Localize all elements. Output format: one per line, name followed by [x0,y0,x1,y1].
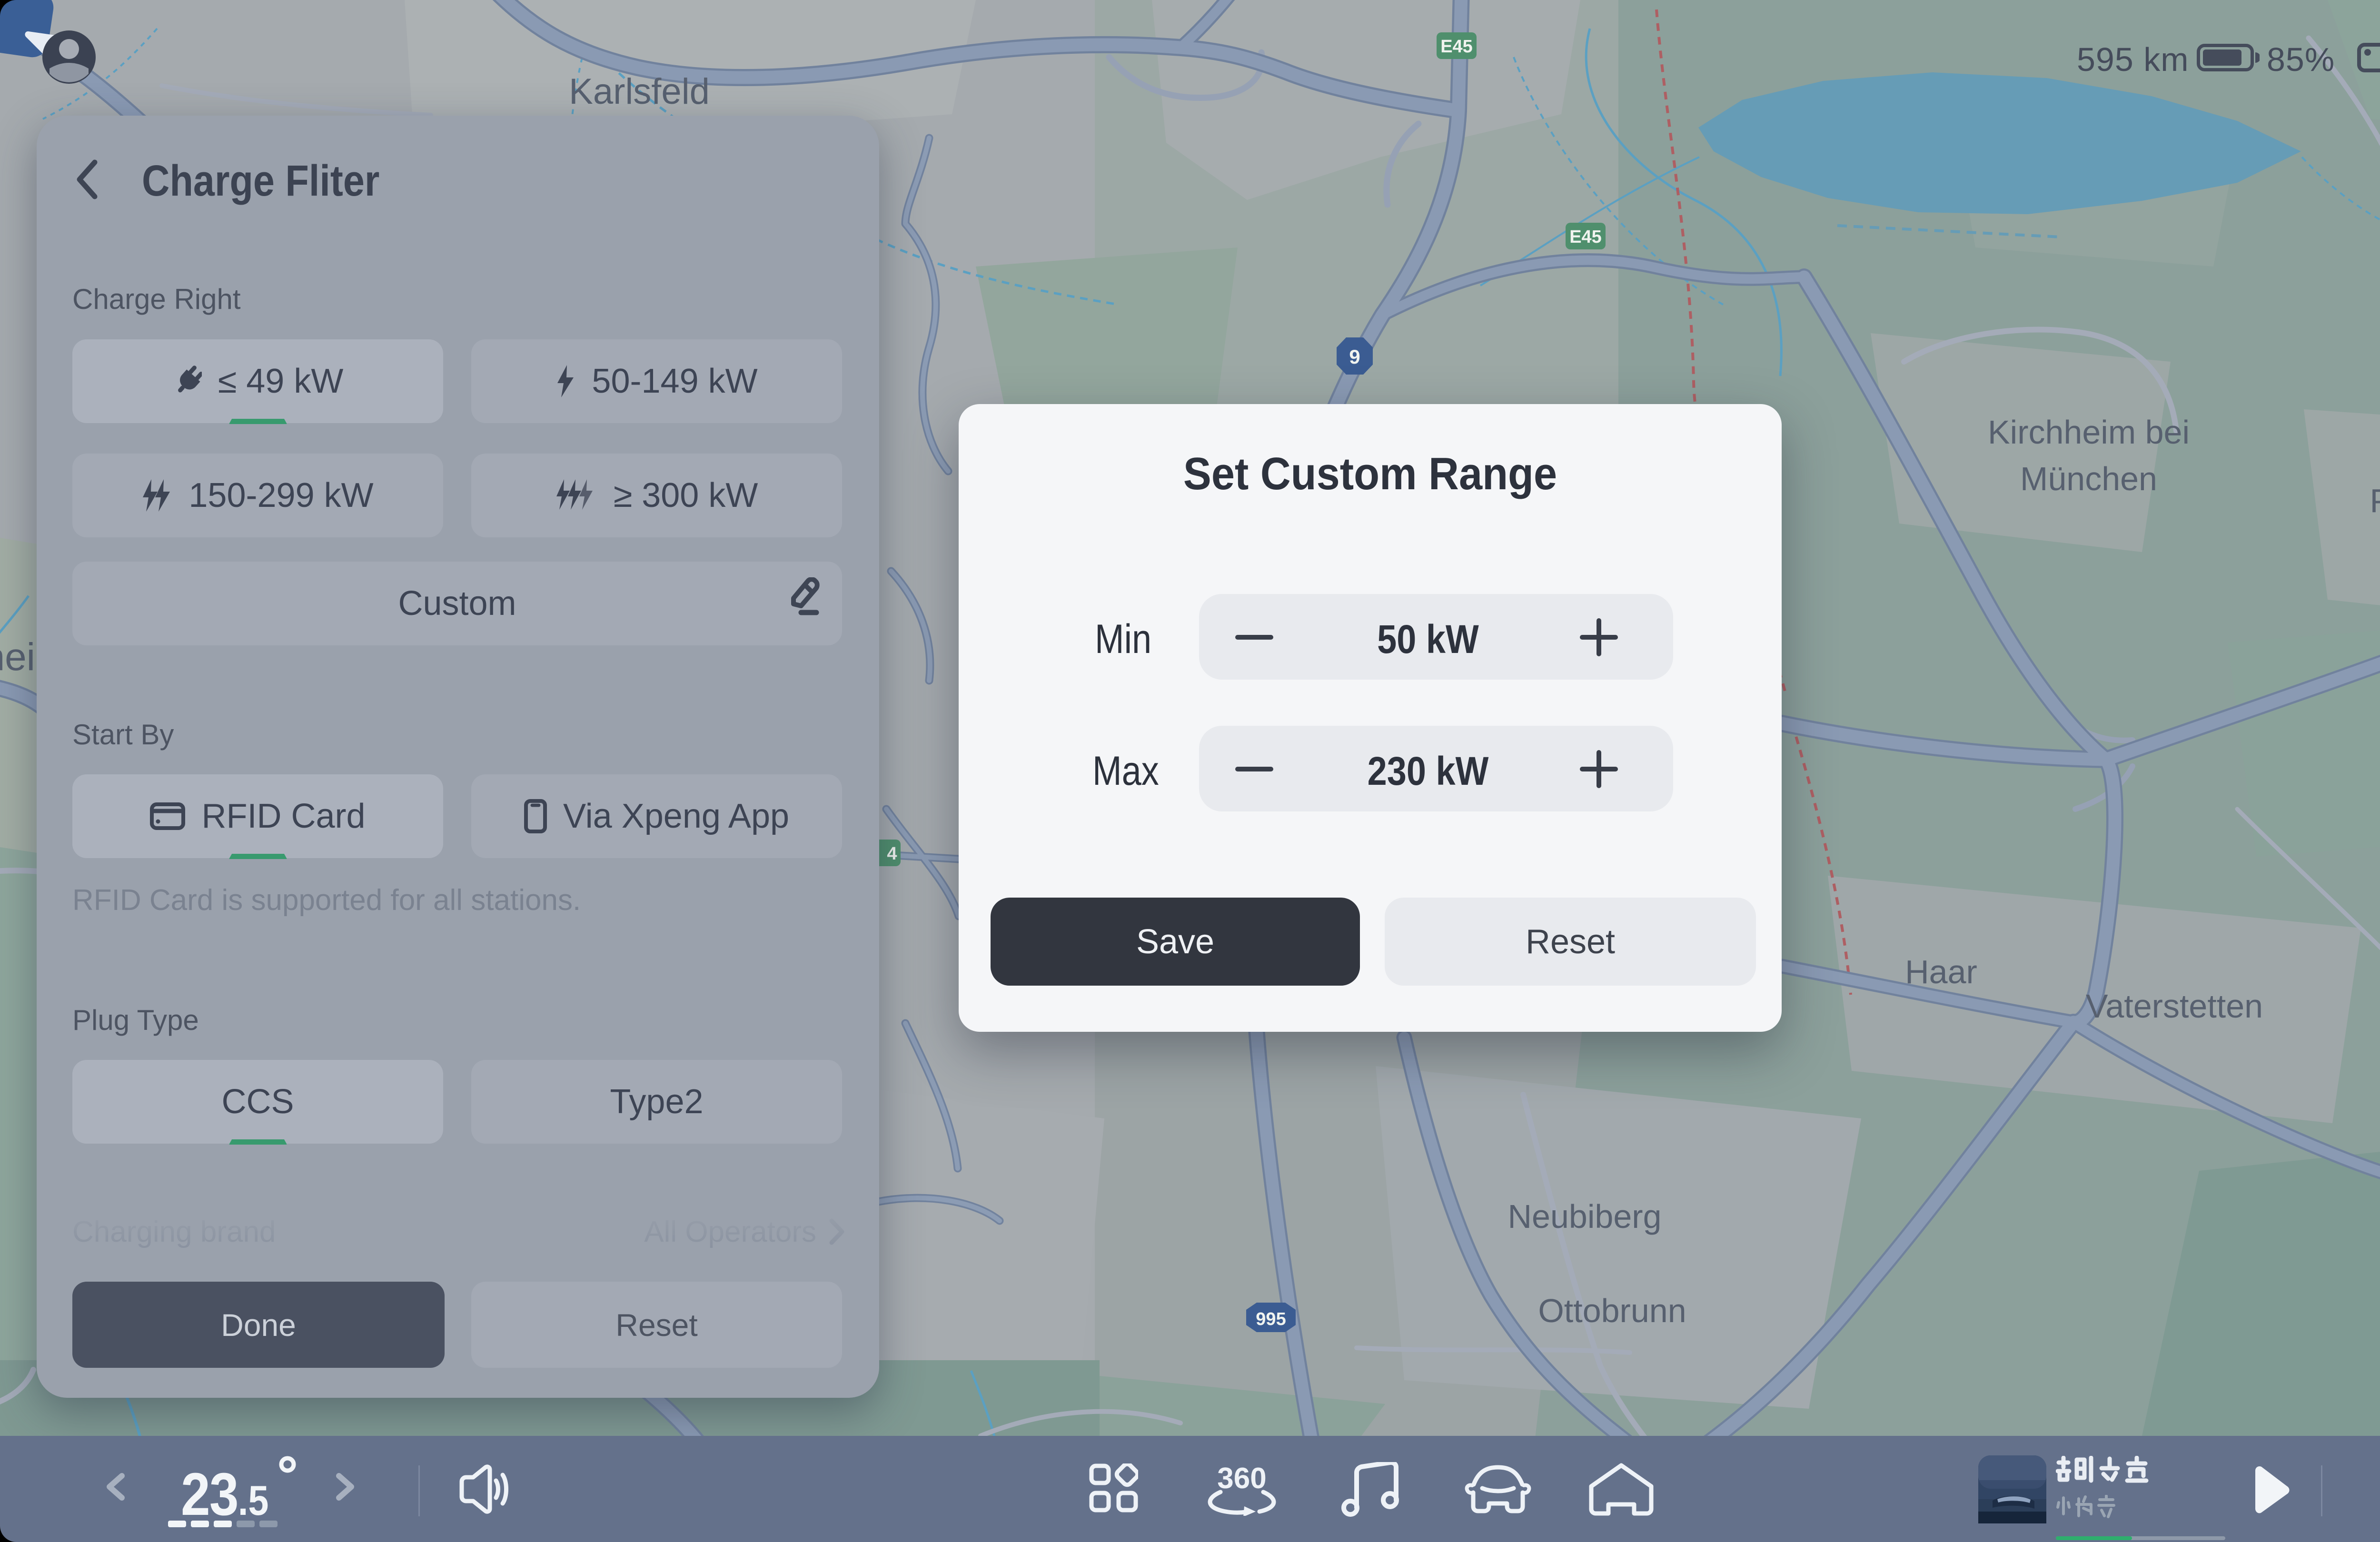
svg-text:Haar: Haar [1905,953,1977,990]
svg-text:995: 995 [1256,1309,1286,1329]
svg-text:hei: hei [0,635,35,679]
svg-text:Ottobrunn: Ottobrunn [1538,1292,1686,1329]
svg-text:9: 9 [1349,346,1360,368]
svg-text:Poing: Poing [2370,482,2380,519]
svg-text:Neubiberg: Neubiberg [1508,1198,1662,1235]
svg-text:E45: E45 [1569,227,1602,247]
svg-text:4: 4 [887,844,897,864]
svg-text:München: München [2020,460,2157,497]
svg-text:Kirchheim bei: Kirchheim bei [1988,414,2190,451]
svg-text:Vaterstetten: Vaterstetten [2086,988,2263,1025]
svg-text:360: 360 [1217,1463,1266,1495]
